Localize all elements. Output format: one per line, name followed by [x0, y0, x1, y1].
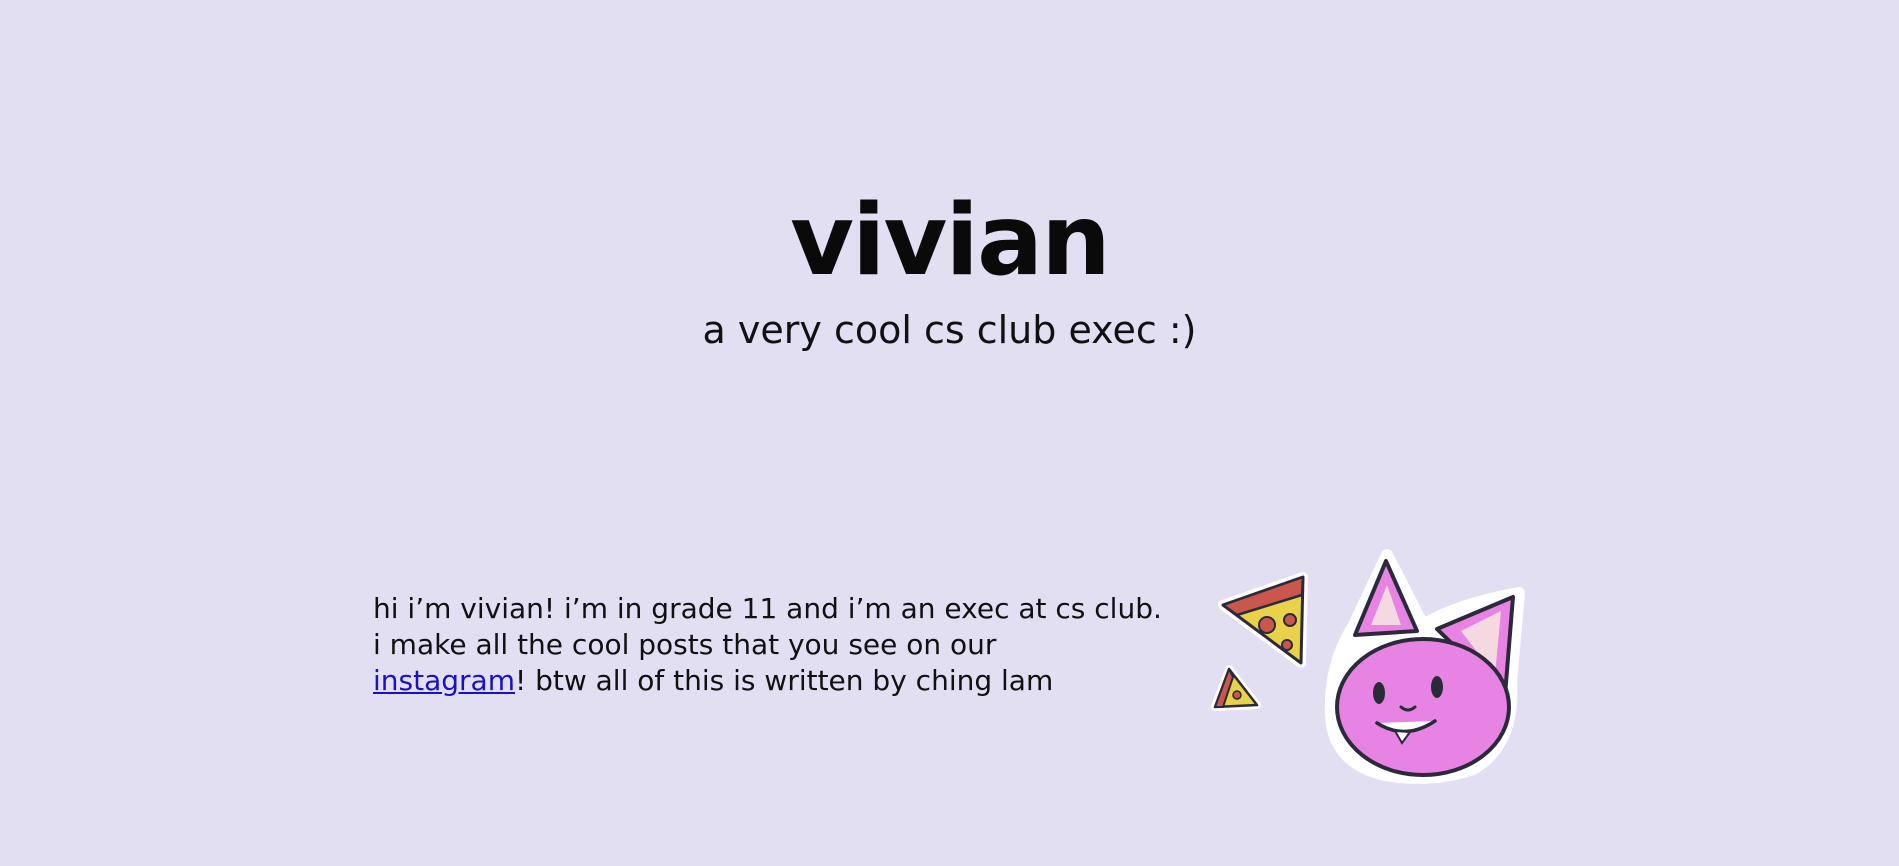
scroll-hint-icon	[943, 858, 957, 866]
bio-line-1: hi i’m vivian! i’m in grade 11 and i’m a…	[373, 592, 1162, 625]
page-subtitle: a very cool cs club exec :)	[702, 308, 1197, 352]
instagram-link[interactable]: instagram	[373, 664, 515, 697]
small-pizza-slice-icon	[1211, 665, 1261, 711]
pink-cat-face-icon	[1324, 549, 1525, 784]
illustration	[1205, 545, 1535, 785]
profile-page: vivian a very cool cs club exec :) hi i’…	[0, 0, 1899, 866]
illustration-svg	[1211, 549, 1525, 784]
bio-line-2: i make all the cool posts that you see o…	[373, 628, 997, 661]
pizza-slice-icon	[1218, 572, 1308, 668]
page-title: vivian	[790, 184, 1111, 298]
bio-paragraph: hi i’m vivian! i’m in grade 11 and i’m a…	[373, 591, 1163, 699]
bio-line-3: ! btw all of this is written by ching la…	[514, 664, 1054, 697]
